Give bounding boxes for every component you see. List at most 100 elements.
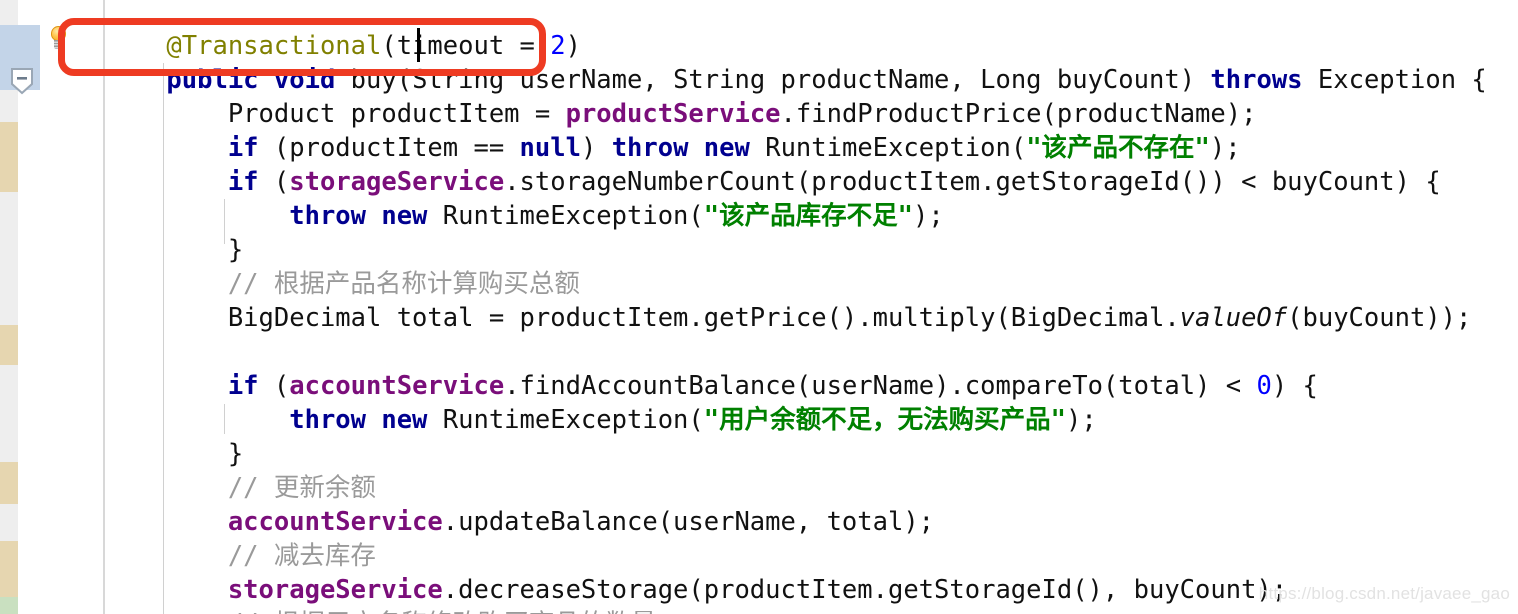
code-token-kw: if	[227, 133, 259, 163]
code-token-plain: )	[580, 133, 612, 163]
code-token-plain: Exception {	[1302, 65, 1487, 95]
code-token-plain: .findProductPrice(productName);	[780, 99, 1257, 129]
code-line[interactable]: if (accountService.findAccountBalance(us…	[105, 369, 1518, 403]
code-token-num: 0	[1256, 371, 1272, 401]
code-line[interactable]: Product productItem = productService.fin…	[105, 97, 1518, 131]
change-marker-4[interactable]	[0, 462, 18, 504]
code-token-kw: null	[519, 133, 581, 163]
code-token-kw: if	[227, 371, 259, 401]
code-line[interactable]: // 更新余额	[105, 471, 1518, 505]
code-token-cmt: // 减去库存	[227, 541, 376, 571]
code-line[interactable]: public void buy(String userName, String …	[105, 63, 1518, 97]
code-token-kw: public void	[166, 65, 336, 95]
code-token-kw: throws	[1210, 65, 1303, 95]
code-token-cmt: // 更新余额	[227, 473, 376, 503]
code-token-plain: ) {	[1271, 371, 1318, 401]
code-token-plain: RuntimeException(	[427, 405, 704, 435]
code-token-plain: );	[1065, 405, 1097, 435]
code-line[interactable]: // 根据用户名称修改购买商品的数量	[105, 607, 1518, 614]
lightbulb-icon[interactable]	[48, 26, 70, 54]
code-token-stat: valueOf	[1179, 303, 1288, 333]
code-token-plain: )	[565, 31, 581, 61]
code-token-plain: (productItem ==	[258, 133, 520, 163]
watermark-text: https://blog.csdn.net/javaee_gao	[1258, 584, 1510, 603]
text-caret	[417, 28, 420, 62]
change-marker-6[interactable]	[0, 597, 18, 614]
code-line[interactable]: }	[105, 233, 1518, 267]
change-marker-3[interactable]	[0, 325, 18, 365]
code-token-fld: accountService	[289, 371, 505, 401]
code-token-str: "用户余额不足，无法购买产品"	[703, 405, 1066, 435]
code-token-cmt: // 根据用户名称修改购买商品的数量	[228, 609, 657, 614]
code-line[interactable]: if (productItem == null) throw new Runti…	[105, 131, 1518, 165]
code-token-plain: RuntimeException(	[749, 133, 1027, 163]
fold-region-icon[interactable]	[10, 68, 34, 95]
code-line[interactable]: // 减去库存	[105, 539, 1518, 573]
code-line[interactable]: @Transactional(timeout = 2)	[105, 29, 1518, 63]
change-marker-5[interactable]	[0, 541, 18, 597]
code-token-plain: );	[1209, 133, 1241, 163]
code-lines: @Transactional(timeout = 2) public void …	[105, 0, 1518, 614]
code-editor[interactable]: @Transactional(timeout = 2) public void …	[0, 0, 1518, 614]
code-line[interactable]: throw new RuntimeException("用户余额不足，无法购买产…	[105, 403, 1518, 437]
code-line[interactable]: if (storageService.storageNumberCount(pr…	[105, 165, 1518, 199]
change-marker-2[interactable]	[0, 122, 18, 192]
code-token-plain: .storageNumberCount(productItem.getStora…	[504, 167, 1441, 197]
indent-guide-level-2-a	[224, 199, 225, 244]
code-line[interactable]: accountService.updateBalance(userName, t…	[105, 505, 1518, 539]
code-line[interactable]: BigDecimal total = productItem.getPrice(…	[105, 301, 1518, 335]
code-line[interactable]: // 根据产品名称计算购买总额	[105, 267, 1518, 301]
code-token-fld: storageService	[227, 575, 443, 605]
lightbulb-base-icon	[54, 40, 63, 49]
code-line[interactable]	[105, 335, 1518, 369]
code-token-plain: );	[912, 201, 944, 231]
code-token-kw: throw new	[289, 405, 428, 435]
fold-shield-icon	[11, 68, 33, 95]
code-token-plain: }	[227, 439, 244, 469]
code-token-str: "该产品库存不足"	[703, 201, 913, 231]
indent-guide-level-2-b	[224, 404, 225, 434]
code-token-kw: throw new	[611, 133, 750, 163]
code-token-plain: (	[258, 167, 290, 197]
code-token-plain: RuntimeException(	[427, 201, 704, 231]
code-token-ann: @Transactional	[166, 31, 382, 61]
code-token-plain: }	[227, 235, 244, 265]
code-token-num: 2	[550, 31, 566, 61]
code-token-plain: Product productItem =	[227, 99, 566, 129]
code-token-plain: (buyCount));	[1287, 303, 1472, 333]
code-line[interactable]: throw new RuntimeException("该产品库存不足");	[105, 199, 1518, 233]
code-token-kw: if	[227, 167, 259, 197]
code-token-fld: storageService	[289, 167, 505, 197]
code-token-plain: (	[258, 371, 290, 401]
code-token-plain: (timeout =	[381, 31, 551, 61]
code-token-str: "该产品不存在"	[1026, 133, 1210, 163]
indent-guide-level-1	[163, 63, 164, 614]
code-token-cmt: // 根据产品名称计算购买总额	[227, 269, 580, 299]
code-token-plain: BigDecimal total = productItem.getPrice(…	[227, 303, 1180, 333]
code-token-fld: productService	[565, 99, 781, 129]
code-line[interactable]: }	[105, 437, 1518, 471]
code-token-plain: .findAccountBalance(userName).compareTo(…	[504, 371, 1257, 401]
code-content-area[interactable]: @Transactional(timeout = 2) public void …	[105, 0, 1518, 614]
code-token-kw: throw new	[289, 201, 428, 231]
code-token-plain: .decreaseStorage(productItem.getStorageI…	[442, 575, 1288, 605]
lightbulb-glass-icon	[51, 26, 66, 41]
